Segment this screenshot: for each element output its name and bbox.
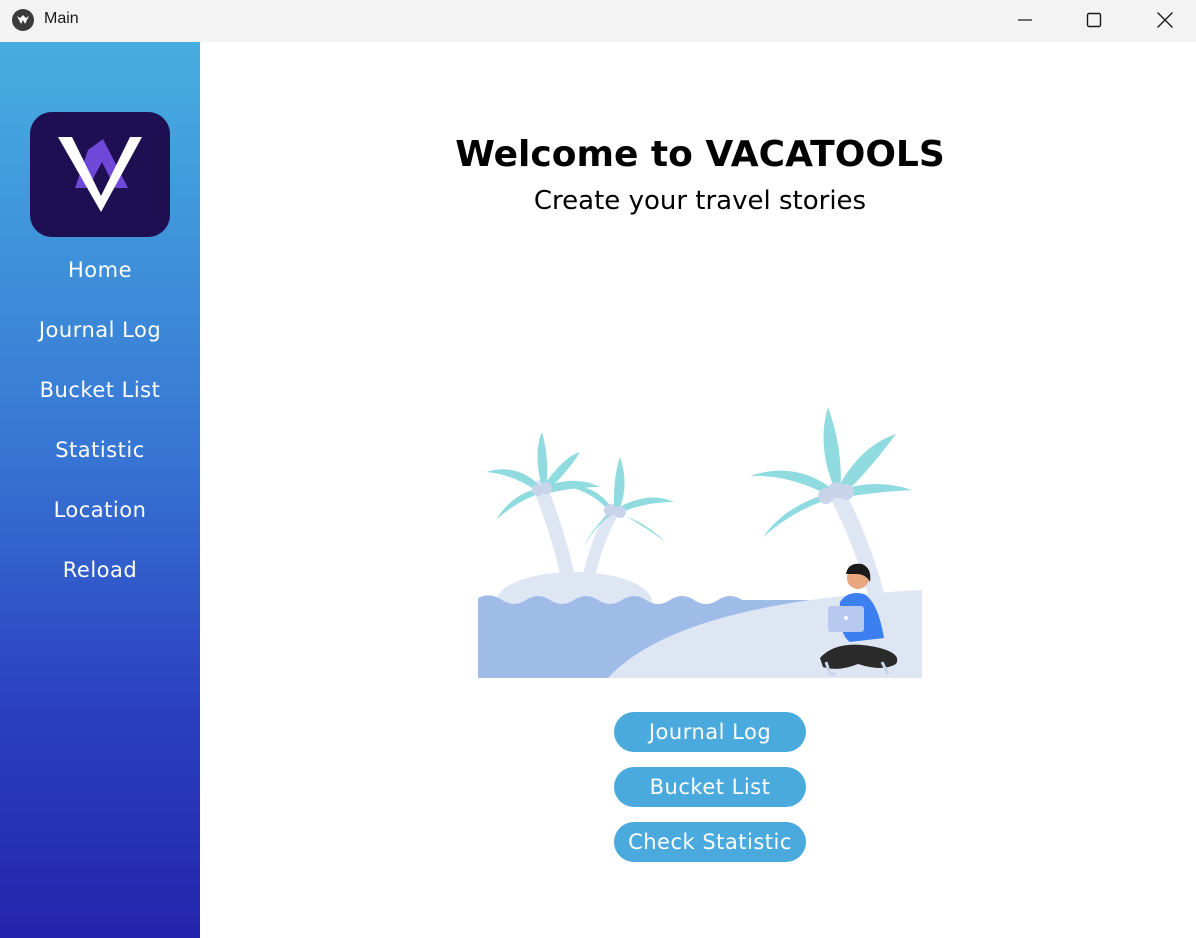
sidebar-item-journal-log[interactable]: Journal Log bbox=[0, 318, 200, 342]
sidebar-item-home[interactable]: Home bbox=[0, 258, 200, 282]
sidebar-item-bucket-list[interactable]: Bucket List bbox=[0, 378, 200, 402]
title-bar: Main bbox=[0, 0, 1196, 42]
minimize-button[interactable] bbox=[990, 0, 1060, 40]
sidebar-item-reload[interactable]: Reload bbox=[0, 558, 200, 582]
app-icon bbox=[12, 9, 34, 31]
page-subtitle: Create your travel stories bbox=[533, 186, 867, 216]
journal-log-button[interactable]: Journal Log bbox=[614, 712, 806, 752]
bucket-list-button[interactable]: Bucket List bbox=[614, 767, 806, 807]
check-statistic-button[interactable]: Check Statistic bbox=[614, 822, 806, 862]
minimize-icon bbox=[1018, 19, 1032, 21]
sidebar-item-location[interactable]: Location bbox=[0, 498, 200, 522]
maximize-button[interactable] bbox=[1059, 0, 1129, 40]
sidebar-item-statistic[interactable]: Statistic bbox=[0, 438, 200, 462]
maximize-icon bbox=[1086, 12, 1102, 28]
page-title: Welcome to VACATOOLS bbox=[455, 134, 945, 175]
close-button[interactable] bbox=[1130, 0, 1196, 40]
vacatools-logo-icon bbox=[30, 112, 170, 237]
close-icon bbox=[1157, 12, 1173, 28]
sidebar: Home Journal Log Bucket List Statistic L… bbox=[0, 42, 200, 938]
window-title: Main bbox=[44, 10, 79, 27]
beach-illustration bbox=[478, 402, 922, 678]
